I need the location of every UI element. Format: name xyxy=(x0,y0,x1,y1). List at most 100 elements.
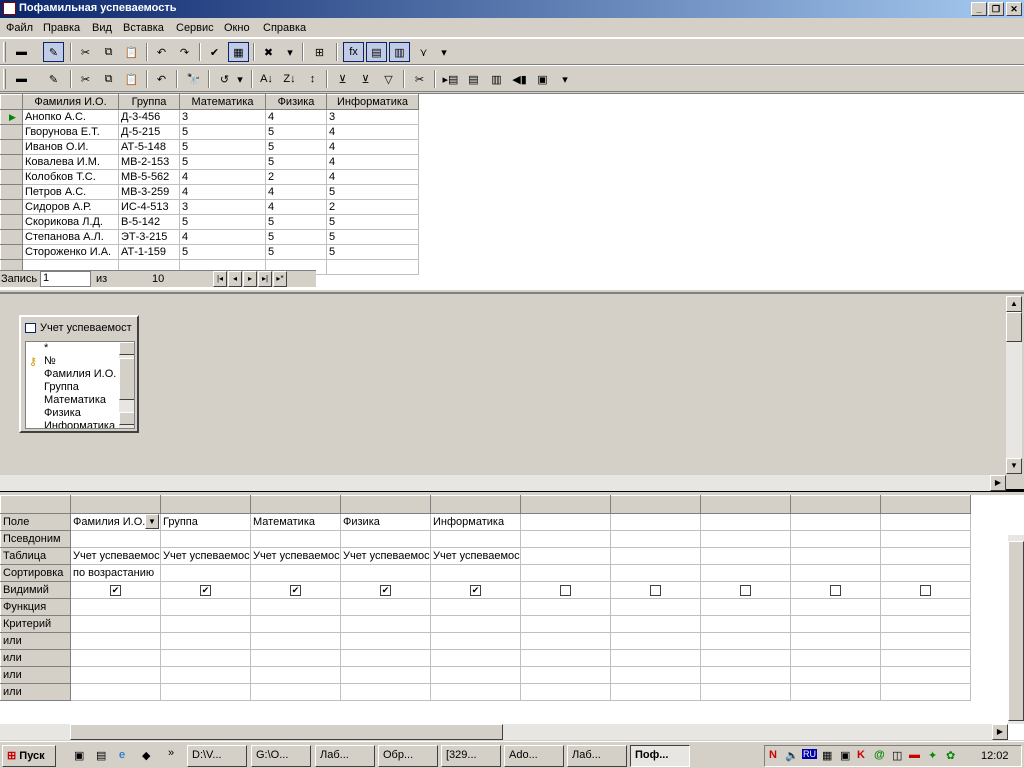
grid-cell[interactable] xyxy=(160,564,251,582)
checkbox[interactable]: ✔ xyxy=(470,584,481,596)
column-selector[interactable] xyxy=(700,495,791,514)
hyperlink-icon[interactable]: ↺ xyxy=(214,69,235,89)
grid-cell[interactable] xyxy=(160,649,251,667)
volume-icon[interactable]: 🔈 xyxy=(785,749,799,762)
table-cell[interactable]: ЭТ-3-215 xyxy=(118,229,180,245)
record-selector[interactable] xyxy=(0,184,23,200)
field-dropdown-icon[interactable]: ▼ xyxy=(145,514,159,529)
toolbar-grip[interactable] xyxy=(3,42,6,62)
column-selector[interactable] xyxy=(340,495,431,514)
table-cell[interactable]: Скорикова Л.Д. xyxy=(22,214,119,230)
list-item[interactable]: Физика xyxy=(26,407,134,420)
grid-cell[interactable] xyxy=(700,598,791,616)
record-selector[interactable] xyxy=(0,214,23,230)
properties-icon[interactable]: ▥ xyxy=(486,69,507,89)
table-cell[interactable]: 5 xyxy=(265,229,327,245)
grid-cell[interactable] xyxy=(880,649,971,667)
first-record-icon[interactable]: |◂ xyxy=(213,271,227,287)
grid-cell[interactable] xyxy=(880,530,971,548)
column-selector[interactable] xyxy=(520,495,611,514)
grid-cell[interactable] xyxy=(70,666,161,684)
grid-cell[interactable] xyxy=(520,564,611,582)
table-cell[interactable]: 4 xyxy=(326,124,419,140)
grid-cell[interactable] xyxy=(790,632,881,650)
field-list-window[interactable]: Учет успеваемост * ⚷ № Фамилия И.О. Групп… xyxy=(19,315,139,433)
grid-cell[interactable] xyxy=(70,530,161,548)
show-table-icon[interactable]: ⊞ xyxy=(309,42,330,62)
grid-cell[interactable] xyxy=(70,649,161,667)
grid-cell[interactable] xyxy=(340,649,431,667)
column-header[interactable]: Фамилия И.О. xyxy=(22,94,119,110)
scroll-thumb[interactable] xyxy=(1006,312,1022,342)
task-button[interactable]: D:\V... xyxy=(187,745,247,767)
task-button[interactable]: Лаб... xyxy=(315,745,375,767)
grid-cell[interactable] xyxy=(250,649,341,667)
task-button[interactable]: Ado... xyxy=(504,745,564,767)
sort-cell[interactable]: по возрастанию xyxy=(70,564,161,582)
grid-cell[interactable] xyxy=(520,530,611,548)
checkbox[interactable]: ✔ xyxy=(200,584,211,596)
table-cell[interactable]: 4 xyxy=(265,184,327,200)
dropdown-arrow-icon[interactable]: ▾ xyxy=(438,42,450,62)
select-query-icon[interactable]: ▦ xyxy=(228,42,249,62)
copy-icon[interactable]: ⧉ xyxy=(98,69,119,89)
show-checkbox[interactable]: ✔ xyxy=(430,581,521,599)
folder-icon[interactable]: ▤ xyxy=(96,749,106,762)
more-icon[interactable]: » xyxy=(168,747,174,759)
table-cell[interactable]: 4 xyxy=(265,199,327,215)
grid-cell[interactable] xyxy=(520,547,611,565)
ati-icon[interactable]: ▬ xyxy=(909,749,920,761)
grid-cell[interactable] xyxy=(250,598,341,616)
grid-cell[interactable] xyxy=(790,598,881,616)
record-selector[interactable] xyxy=(0,229,23,245)
checkbox[interactable] xyxy=(830,584,841,596)
delete-record-icon[interactable]: ▤ xyxy=(463,69,484,89)
record-selector[interactable] xyxy=(0,124,23,140)
list-item[interactable]: Фамилия И.О. xyxy=(26,368,134,381)
grid-cell[interactable] xyxy=(340,683,431,701)
edit-icon[interactable]: ✎ xyxy=(43,69,64,89)
column-selector[interactable] xyxy=(610,495,701,514)
table-cell[interactable]: 5 xyxy=(179,244,266,260)
new-record-icon[interactable]: ▸▤ xyxy=(440,69,461,89)
show-checkbox[interactable]: ✔ xyxy=(70,581,161,599)
grid-cell[interactable] xyxy=(70,632,161,650)
grid-cell[interactable] xyxy=(700,530,791,548)
grid-cell[interactable] xyxy=(610,615,701,633)
grid-cell[interactable] xyxy=(790,513,881,531)
tray-app-icon[interactable]: ▣ xyxy=(840,749,850,762)
show-checkbox[interactable]: ✔ xyxy=(340,581,431,599)
grid-cell[interactable] xyxy=(160,683,251,701)
grid-cell[interactable] xyxy=(70,598,161,616)
table-cell[interactable]: 5 xyxy=(265,154,327,170)
table-cell[interactable]: 4 xyxy=(179,184,266,200)
checkbox[interactable] xyxy=(560,584,571,596)
table-cell[interactable]: Учет успеваемос xyxy=(340,547,431,565)
show-checkbox[interactable] xyxy=(700,581,791,599)
minimize-button[interactable]: _ xyxy=(971,2,987,16)
task-button-active[interactable]: Поф... xyxy=(630,745,690,767)
grid-cell[interactable] xyxy=(700,683,791,701)
prev-record-icon[interactable]: ◂ xyxy=(228,271,242,287)
grid-cell[interactable] xyxy=(250,666,341,684)
grid-cell[interactable] xyxy=(250,530,341,548)
table-cell[interactable]: Сидоров А.Р. xyxy=(22,199,119,215)
task-button[interactable]: [329... xyxy=(441,745,501,767)
record-selector[interactable] xyxy=(0,199,23,215)
record-selector[interactable] xyxy=(0,139,23,155)
scroll-right-icon[interactable]: ▶ xyxy=(992,724,1008,740)
table-cell[interactable]: 5 xyxy=(179,214,266,230)
field-cell[interactable]: Группа xyxy=(160,513,251,531)
column-header[interactable]: Физика xyxy=(265,94,327,110)
grid-cell[interactable] xyxy=(520,683,611,701)
grid-cell[interactable] xyxy=(340,632,431,650)
table-cell[interactable]: 5 xyxy=(265,124,327,140)
undo-icon[interactable]: ↶ xyxy=(151,42,172,62)
scroll-up-icon[interactable]: ▲ xyxy=(1006,296,1022,312)
grid-cell[interactable] xyxy=(880,564,971,582)
grid-cell[interactable] xyxy=(610,513,701,531)
table-cell[interactable]: 5 xyxy=(265,139,327,155)
checkbox[interactable]: ✔ xyxy=(110,584,121,596)
checkbox[interactable] xyxy=(920,584,931,596)
table-cell[interactable]: 2 xyxy=(326,199,419,215)
